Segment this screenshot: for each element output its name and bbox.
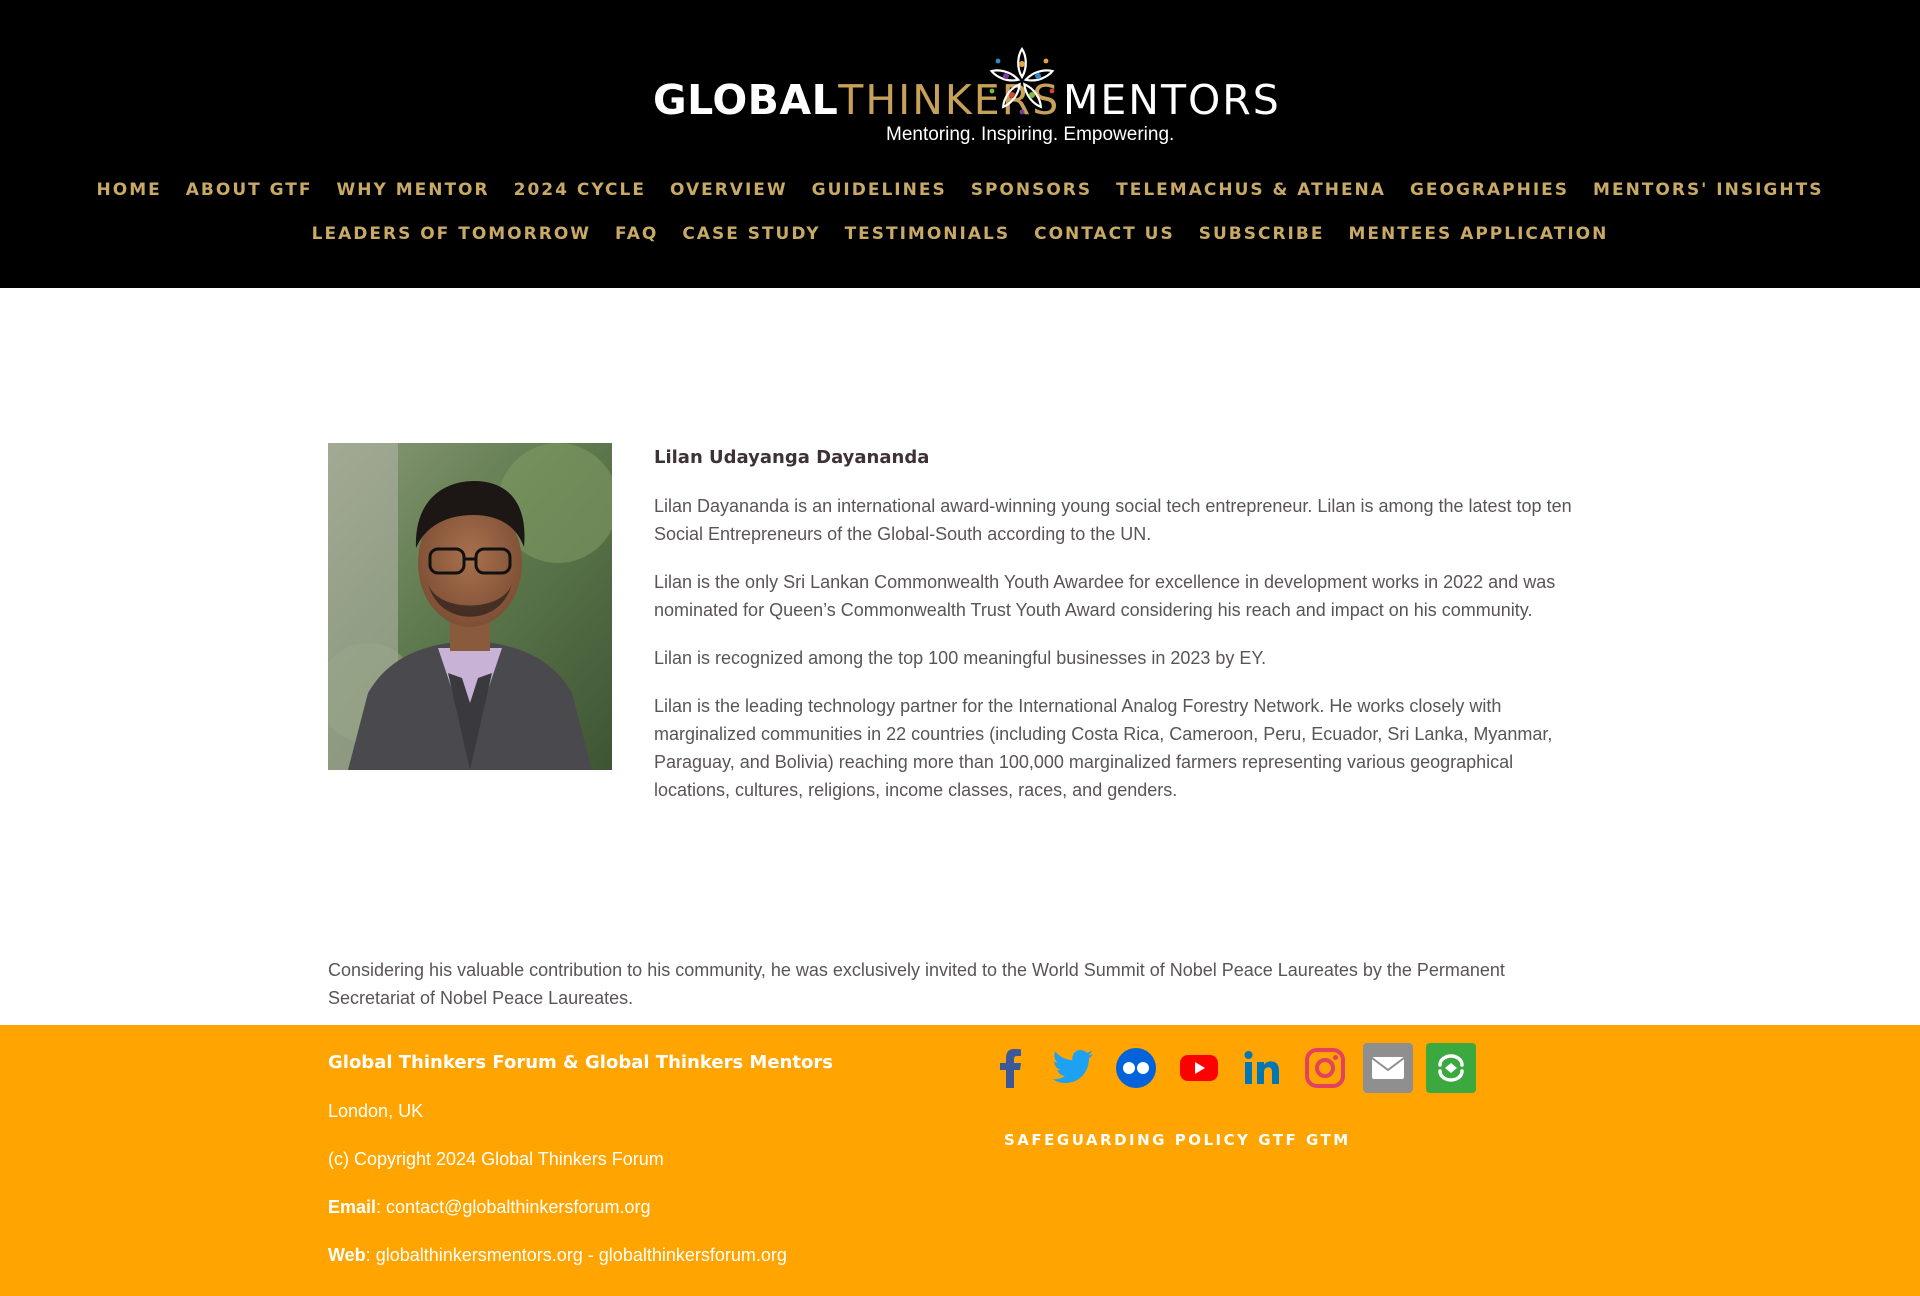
facebook-icon[interactable]: [985, 1043, 1035, 1093]
nav-item-contact-us[interactable]: CONTACT US: [1034, 224, 1175, 244]
profile-bio: Lilan Udayanga Dayananda Lilan Dayananda…: [654, 443, 1594, 824]
footer-email-label: Email: [328, 1197, 377, 1217]
footer-web-dash: -: [582, 1245, 599, 1265]
nav-item-mentors-insights[interactable]: MENTORS' INSIGHTS: [1593, 180, 1823, 200]
footer-email-separator: :: [376, 1197, 387, 1217]
logo-word-mentors: MENTORS: [1063, 76, 1281, 124]
nav-item-home[interactable]: HOME: [97, 180, 162, 200]
nav-item-overview[interactable]: OVERVIEW: [670, 180, 788, 200]
profile-photo: [328, 443, 612, 770]
nav-item-leaders-of-tomorrow[interactable]: LEADERS OF TOMORROW: [312, 224, 591, 244]
social-links: [985, 1043, 1476, 1093]
bio-paragraph: Lilan is recognized among the top 100 me…: [654, 648, 1267, 668]
bio-paragraph: Lilan is the leading technology partner …: [654, 696, 1553, 800]
email-icon[interactable]: [1363, 1043, 1413, 1093]
bio-closing-paragraph: Considering his valuable contribution to…: [328, 960, 1505, 1008]
flickr-icon[interactable]: [1111, 1043, 1161, 1093]
nav-item-faq[interactable]: FAQ: [615, 224, 658, 244]
footer-web-line: Web: globalthinkersmentors.org - globalt…: [328, 1241, 888, 1289]
footer-web-separator: :: [365, 1245, 376, 1265]
twitter-icon[interactable]: [1048, 1043, 1098, 1093]
linkedin-icon[interactable]: [1237, 1043, 1287, 1093]
nav-item-case-study[interactable]: CASE STUDY: [682, 224, 820, 244]
main-navigation: HOME ABOUT GTF WHY MENTOR 2024 CYCLE OVE…: [0, 168, 1920, 256]
nav-item-geographies[interactable]: GEOGRAPHIES: [1410, 180, 1569, 200]
site-footer: Global Thinkers Forum & Global Thinkers …: [0, 1025, 1920, 1296]
footer-web-label: Web: [328, 1245, 366, 1265]
safeguarding-policy-link[interactable]: SAFEGUARDING POLICY GTF GTM: [1004, 1131, 1351, 1149]
instagram-icon[interactable]: [1300, 1043, 1350, 1093]
footer-location: London, UK: [328, 1101, 424, 1121]
nav-item-testimonials[interactable]: TESTIMONIALS: [845, 224, 1011, 244]
footer-org-title: Global Thinkers Forum & Global Thinkers …: [328, 1052, 833, 1073]
youtube-icon[interactable]: [1174, 1043, 1224, 1093]
footer-contact-block: Global Thinkers Forum & Global Thinkers …: [328, 1049, 888, 1289]
site-logo-link[interactable]: GLOBALTHINKERS MENTORS Mentoring. Inspir…: [0, 44, 1920, 148]
nav-item-telemachus-athena[interactable]: TELEMACHUS & ATHENA: [1116, 180, 1386, 200]
footer-email-line: Email: contact@globalthinkersforum.org: [328, 1193, 888, 1241]
nav-item-about-gtf[interactable]: ABOUT GTF: [186, 180, 313, 200]
bio-paragraph: Lilan is the only Sri Lankan Commonwealt…: [654, 572, 1556, 620]
footer-copyright: (c) Copyright 2024 Global Thinkers Forum: [328, 1149, 664, 1169]
footer-web-link-mentors[interactable]: globalthinkersmentors.org: [376, 1245, 583, 1265]
logo-flower-icon: [989, 47, 1055, 115]
logo-word-global: GLOBAL: [653, 76, 839, 124]
footer-email-link[interactable]: contact@globalthinkersforum.org: [386, 1197, 650, 1217]
share-icon[interactable]: [1426, 1043, 1476, 1093]
bio-paragraph: Lilan Dayananda is an international awar…: [654, 496, 1572, 544]
nav-row-primary: HOME ABOUT GTF WHY MENTOR 2024 CYCLE OVE…: [0, 168, 1920, 212]
nav-row-secondary: LEADERS OF TOMORROW FAQ CASE STUDY TESTI…: [0, 212, 1920, 256]
nav-item-sponsors[interactable]: SPONSORS: [971, 180, 1092, 200]
site-logo[interactable]: GLOBALTHINKERS MENTORS Mentoring. Inspir…: [640, 44, 1280, 148]
nav-item-why-mentor[interactable]: WHY MENTOR: [337, 180, 490, 200]
site-header: GLOBALTHINKERS MENTORS Mentoring. Inspir…: [0, 0, 1920, 288]
nav-item-guidelines[interactable]: GUIDELINES: [812, 180, 947, 200]
nav-item-2024-cycle[interactable]: 2024 CYCLE: [514, 180, 646, 200]
profile-photo-image: [328, 443, 612, 770]
main-content: Lilan Udayanga Dayananda Lilan Dayananda…: [0, 288, 1920, 1025]
profile-name: Lilan Udayanga Dayananda: [654, 447, 930, 468]
nav-item-mentees-application[interactable]: MENTEES APPLICATION: [1348, 224, 1608, 244]
logo-tagline: Mentoring. Inspiring. Empowering.: [886, 124, 1175, 145]
footer-web-link-forum[interactable]: globalthinkersforum.org: [599, 1245, 787, 1265]
nav-item-subscribe[interactable]: SUBSCRIBE: [1199, 224, 1325, 244]
